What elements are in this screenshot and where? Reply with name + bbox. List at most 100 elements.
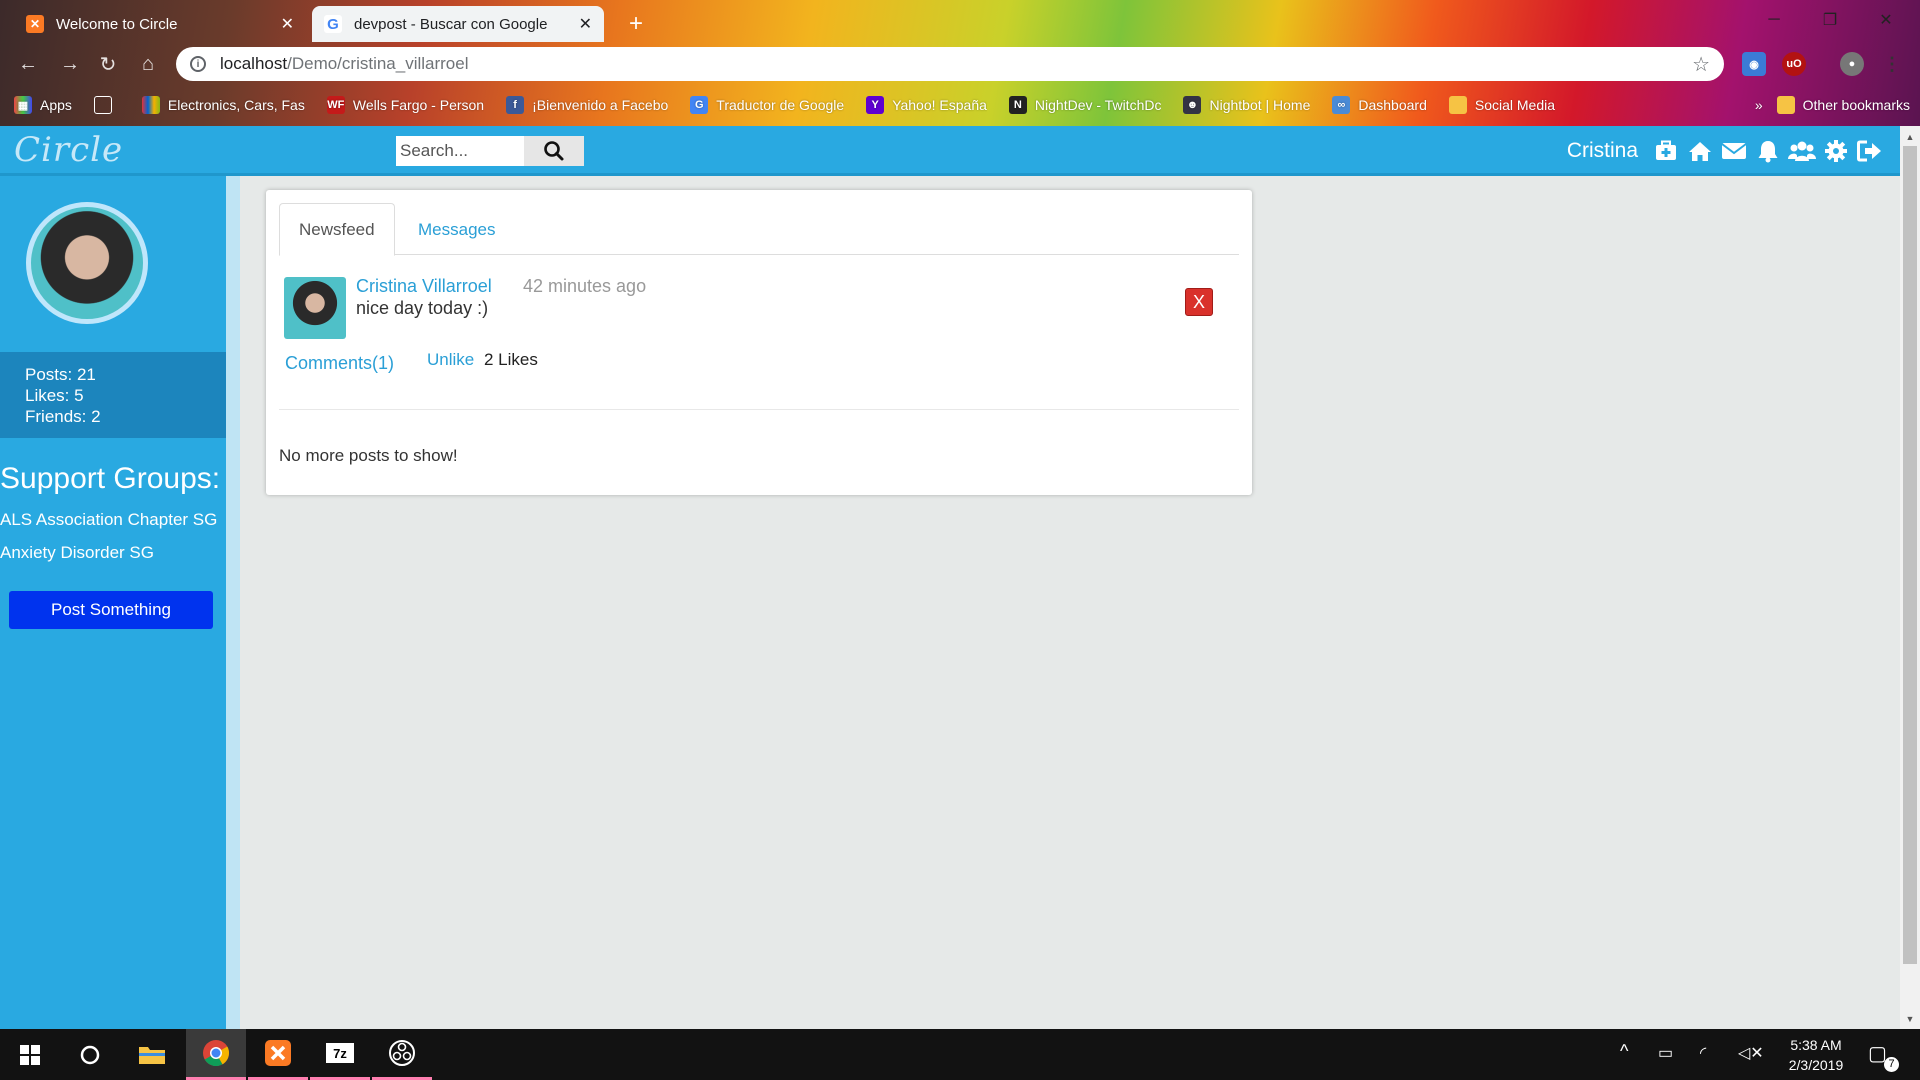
minimize-icon[interactable]: ─ [1752, 6, 1796, 34]
battery-icon[interactable]: ▭ [1658, 1043, 1673, 1063]
ebay-icon [141, 96, 160, 114]
scroll-down-icon[interactable]: ▼ [1900, 1010, 1920, 1028]
medkit-icon[interactable] [1652, 137, 1680, 165]
bookmark-yahoo[interactable]: Y Yahoo! España [866, 96, 987, 114]
search-form [396, 136, 584, 166]
close-tab-icon[interactable]: ✕ [579, 14, 592, 34]
notification-count: 7 [1884, 1057, 1899, 1072]
document-icon [93, 96, 112, 114]
folder-icon [139, 1046, 165, 1064]
taskbar-xampp[interactable] [248, 1029, 308, 1080]
site-logo[interactable]: Circle [14, 130, 123, 170]
address-bar[interactable]: i localhost/Demo/cristina_villarroel ☆ [176, 47, 1724, 81]
scroll-up-icon[interactable]: ▲ [1900, 128, 1920, 146]
bookmark-translate[interactable]: G Traductor de Google [690, 96, 844, 114]
browser-toolbar: ← → ↻ ⌂ i localhost/Demo/cristina_villar… [0, 42, 1920, 86]
bell-icon[interactable] [1754, 137, 1782, 165]
bookmark-wells-fargo[interactable]: WF Wells Fargo - Person [326, 96, 484, 114]
newsfeed-panel: Newsfeed Messages Cristina Villarroel 42… [266, 190, 1252, 495]
clock-time: 5:38 AM [1790, 1037, 1842, 1053]
browser-tab-google[interactable]: G devpost - Buscar con Google ✕ [312, 6, 604, 42]
feed-tabs: Newsfeed Messages [279, 203, 1239, 256]
post-body: nice day today :) [356, 298, 489, 318]
start-button[interactable] [0, 1029, 60, 1080]
comments-link[interactable]: Comments(1) [285, 353, 394, 374]
sidebar-edge [226, 176, 240, 1029]
post-timestamp: 42 minutes ago [523, 276, 647, 296]
site-header: Circle Cristina [0, 126, 1900, 176]
friends-count: Friends: 2 [25, 407, 101, 426]
close-tab-icon[interactable]: ✕ [281, 14, 294, 34]
tab-messages[interactable]: Messages [399, 203, 514, 256]
bookmarks-overflow[interactable]: » [1755, 97, 1763, 113]
url-path: /Demo/cristina_villarroel [287, 54, 469, 73]
home-icon[interactable]: ⌂ [134, 50, 162, 78]
camera-extension-icon[interactable]: ◉ [1742, 52, 1766, 76]
post-author-link[interactable]: Cristina Villarroel [356, 276, 492, 297]
tab-newsfeed[interactable]: Newsfeed [279, 203, 395, 256]
header-nav: Cristina [1567, 126, 1884, 176]
site-info-icon[interactable]: i [190, 56, 206, 72]
taskbar-file-explorer[interactable] [122, 1029, 182, 1080]
support-group-link[interactable]: Anxiety Disorder SG [0, 543, 154, 563]
bookmark-nightbot[interactable]: ☻ Nightbot | Home [1183, 96, 1310, 114]
back-icon[interactable]: ← [14, 50, 42, 78]
search-input[interactable] [396, 136, 524, 166]
unlike-link[interactable]: Unlike [427, 350, 474, 370]
obs-icon [389, 1040, 415, 1066]
new-tab-icon[interactable]: + [620, 8, 652, 40]
post-something-button[interactable]: Post Something [9, 591, 213, 629]
bookmark-other[interactable]: Other bookmarks [1776, 96, 1910, 114]
taskbar-obs[interactable] [372, 1029, 432, 1080]
search-button[interactable] [524, 136, 584, 166]
google-favicon-icon: G [324, 15, 342, 33]
restore-icon[interactable]: ❐ [1808, 6, 1852, 34]
reload-icon[interactable]: ↻ [94, 50, 122, 78]
bookmark-nightdev[interactable]: N NightDev - TwitchDc [1008, 96, 1161, 114]
bookmark-ebay[interactable]: Electronics, Cars, Fas [141, 96, 305, 114]
bookmark-apps[interactable]: ▦ Apps [14, 96, 72, 114]
speaker-muted-icon[interactable]: ◁✕ [1738, 1043, 1764, 1063]
users-icon[interactable] [1788, 137, 1816, 165]
bookmark-facebook[interactable]: f ¡Bienvenido a Facebo [506, 96, 668, 114]
post-author-avatar[interactable] [284, 277, 346, 339]
bookmark-document[interactable] [93, 96, 120, 114]
apps-grid-icon: ▦ [14, 96, 32, 114]
username-link[interactable]: Cristina [1567, 139, 1638, 163]
xampp-icon [265, 1040, 291, 1066]
delete-post-button[interactable]: X [1185, 288, 1213, 316]
logout-icon[interactable] [1856, 137, 1884, 165]
nightdev-icon: N [1008, 96, 1027, 114]
menu-kebab-icon[interactable]: ⋮ [1880, 52, 1904, 76]
scrollbar-thumb[interactable] [1903, 146, 1917, 964]
bookmark-dashboard[interactable]: ∞ Dashboard [1332, 96, 1427, 114]
envelope-icon[interactable] [1720, 137, 1748, 165]
support-group-link[interactable]: ALS Association Chapter SG [0, 510, 217, 530]
feed-post: Cristina Villarroel 42 minutes ago nice … [279, 268, 1239, 410]
url-host: localhost [220, 54, 288, 73]
wifi-icon[interactable]: ◜ [1700, 1043, 1706, 1063]
tab-bar: ✕ Welcome to Circle ✕ G devpost - Buscar… [0, 0, 1920, 42]
browser-tab-circle[interactable]: ✕ Welcome to Circle ✕ [14, 6, 306, 42]
window-close-icon[interactable]: ✕ [1864, 6, 1908, 34]
browser-chrome: ✕ Welcome to Circle ✕ G devpost - Buscar… [0, 0, 1920, 126]
system-clock[interactable]: 5:38 AM 2/3/2019 [1768, 1035, 1864, 1075]
7zip-icon: 7z [326, 1043, 354, 1063]
forward-icon[interactable]: → [56, 50, 84, 78]
cortana-button[interactable] [60, 1029, 120, 1080]
taskbar-chrome[interactable] [186, 1029, 246, 1080]
support-groups-heading: Support Groups: [0, 462, 221, 495]
clock-date: 2/3/2019 [1788, 1057, 1844, 1073]
bookmark-social-media[interactable]: Social Media [1448, 96, 1555, 114]
likes-count-stat: Likes: 5 [25, 386, 84, 405]
taskbar-7zip[interactable]: 7z [310, 1029, 370, 1080]
profile-avatar[interactable] [26, 202, 148, 324]
home-icon[interactable] [1686, 137, 1714, 165]
profile-avatar-icon[interactable]: ● [1840, 52, 1864, 76]
bookmark-star-icon[interactable]: ☆ [1692, 52, 1710, 77]
translate-icon: G [690, 96, 709, 114]
gear-icon[interactable] [1822, 137, 1850, 165]
ublock-extension-icon[interactable]: uO [1782, 52, 1806, 76]
folder-icon [1448, 96, 1467, 114]
chevron-up-icon[interactable]: ^ [1620, 1041, 1628, 1062]
